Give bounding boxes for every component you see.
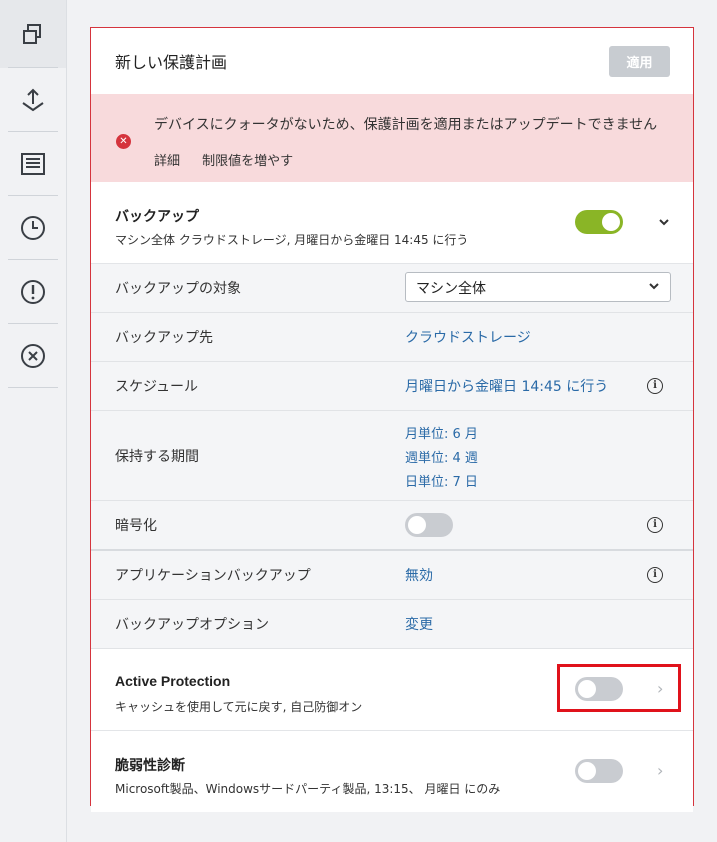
retention-row: 保持する期間 月単位: 6 月 週単位: 4 週 日単位: 7 日 [91,411,693,501]
backup-destination-link[interactable]: クラウドストレージ [405,327,531,347]
backup-target-select[interactable]: マシン全体 [405,272,671,302]
backup-toggle[interactable] [575,210,623,234]
rail-item-plans[interactable] [0,0,66,68]
retention-monthly: 月単位: 6 月 [405,427,478,442]
active-protection-summary: キャッシュを使用して元に戻す, 自己防御オン [115,700,363,714]
backup-options-link[interactable]: 変更 [405,614,433,634]
chevron-down-icon [649,283,659,290]
backup-target-label: バックアップの対象 [115,281,241,297]
backup-settings: バックアップの対象 マシン全体 バックアップ先 クラウドストレージ スケジュール… [91,264,693,649]
retention-daily: 日単位: 7 日 [405,475,478,490]
backup-options-label: バックアップオプション [115,617,269,633]
retention-label: 保持する期間 [115,448,199,465]
vulnerability-section[interactable]: 脆弱性診断 Microsoft製品、Windowsサードパーティ製品, 13:1… [91,731,693,812]
cancel-icon [21,344,45,368]
retention-values[interactable]: 月単位: 6 月 週単位: 4 週 日単位: 7 日 [405,423,478,495]
backup-summary: マシン全体 クラウドストレージ, 月曜日から金曜日 14:45 に行う [115,233,469,247]
schedule-label: スケジュール [115,379,199,395]
info-icon[interactable]: i [647,567,663,583]
vulnerability-title: 脆弱性診断 [115,758,185,774]
backup-destination-row: バックアップ先 クラウドストレージ [91,313,693,362]
rail-item-alerts[interactable] [0,260,66,324]
error-icon: ✕ [116,134,131,149]
rail-item-backup[interactable] [0,68,66,132]
report-icon [21,153,45,175]
alert-links: 詳細 制限値を増やす [154,150,311,169]
chevron-down-icon[interactable] [658,218,670,226]
quota-alert: ✕ デバイスにクォータがないため、保護計画を適用またはアップデートできません 詳… [91,94,693,182]
retention-weekly: 週単位: 4 週 [405,451,478,466]
encryption-row: 暗号化 i [91,501,693,551]
info-icon[interactable]: i [647,517,663,533]
toggle-knob [602,213,620,231]
active-protection-title: Active Protection [115,673,231,689]
toggle-knob [578,762,596,780]
rail-item-reports[interactable] [0,132,66,196]
backup-upload-icon [22,88,44,112]
app-backup-link[interactable]: 無効 [405,565,433,585]
backup-section-header[interactable]: バックアップ マシン全体 クラウドストレージ, 月曜日から金曜日 14:45 に… [91,182,693,264]
encryption-label: 暗号化 [115,518,157,534]
vulnerability-summary: Microsoft製品、Windowsサードパーティ製品, 13:15、 月曜日… [115,782,501,796]
rail-item-history[interactable] [0,196,66,260]
rail-item-revoke[interactable] [0,324,66,388]
alert-icon [21,280,45,304]
app-backup-label: アプリケーションバックアップ [115,568,311,584]
info-icon[interactable]: i [647,378,663,394]
panel-header: 新しい保護計画 適用 [91,28,693,94]
alert-message: デバイスにクォータがないため、保護計画を適用またはアップデートできません [154,117,658,133]
backup-options-row: バックアップオプション 変更 [91,600,693,649]
backup-title: バックアップ [115,209,199,225]
app-backup-row: アプリケーションバックアップ 無効 i [91,551,693,600]
details-link[interactable]: 詳細 [154,154,180,169]
schedule-link[interactable]: 月曜日から金曜日 14:45 に行う [405,376,608,396]
toggle-knob [408,516,426,534]
plans-icon [23,24,41,44]
increase-limit-link[interactable]: 制限値を増やす [202,154,293,169]
schedule-row: スケジュール 月曜日から金曜日 14:45 に行う i [91,362,693,411]
highlight-box [557,664,681,712]
encryption-toggle[interactable] [405,513,453,537]
vulnerability-toggle[interactable] [575,759,623,783]
chevron-right-icon[interactable]: › [657,761,663,780]
clock-icon [21,216,45,240]
apply-button[interactable]: 適用 [609,45,670,77]
backup-target-value: マシン全体 [416,281,486,297]
left-rail [0,0,67,842]
backup-destination-label: バックアップ先 [115,330,213,346]
panel-title: 新しい保護計画 [115,53,228,72]
backup-target-row: バックアップの対象 マシン全体 [91,264,693,313]
